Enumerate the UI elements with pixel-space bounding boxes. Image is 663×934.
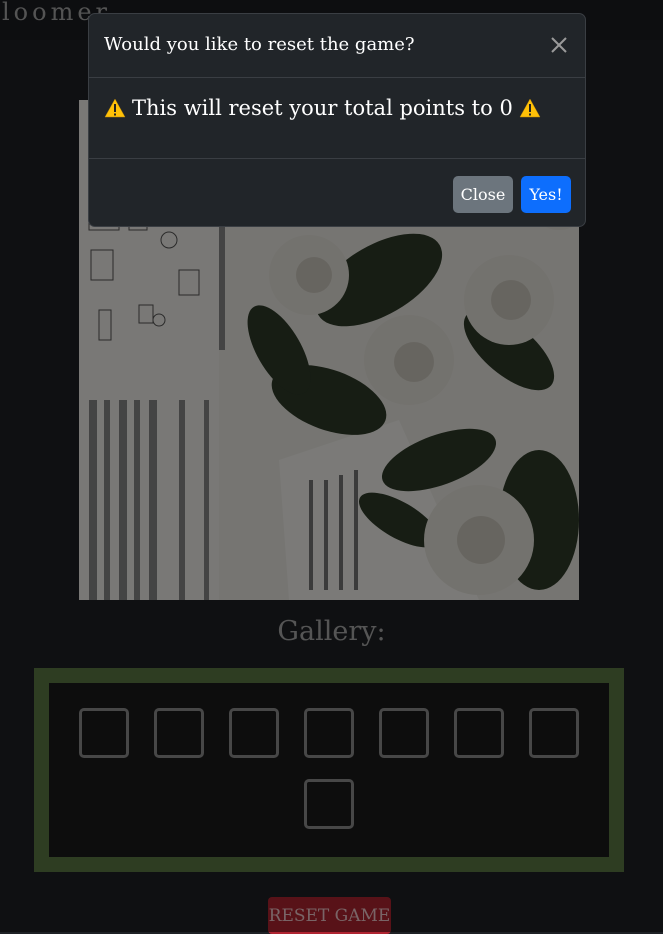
warning-icon: [519, 98, 541, 118]
close-button[interactable]: Close: [453, 176, 513, 213]
modal-body: This will reset your total points to 0: [89, 78, 585, 159]
modal-footer: Close Yes!: [89, 159, 585, 227]
modal-title: Would you like to reset the game?: [104, 34, 415, 55]
close-icon[interactable]: [548, 34, 570, 56]
modal-message: This will reset your total points to 0: [104, 96, 541, 120]
reset-modal: Would you like to reset the game? This w…: [88, 13, 586, 227]
confirm-button[interactable]: Yes!: [521, 176, 571, 213]
modal-header: Would you like to reset the game?: [89, 14, 585, 78]
warning-icon: [104, 98, 126, 118]
modal-message-text: This will reset your total points to 0: [132, 96, 513, 120]
